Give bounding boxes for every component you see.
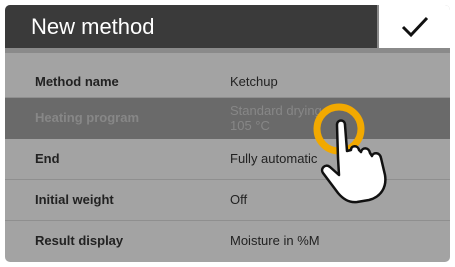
method-settings-list: Method name Ketchup Heating program Stan…: [5, 65, 450, 251]
row-value: Fully automatic: [230, 151, 318, 166]
title-bar: New method: [5, 5, 450, 53]
confirm-button[interactable]: [377, 5, 450, 48]
row-heating-program[interactable]: Heating program Standard drying 105 °C: [5, 98, 450, 139]
row-method-name[interactable]: Method name Ketchup: [5, 65, 450, 98]
row-label: Result display: [35, 233, 124, 248]
row-value: Ketchup: [230, 74, 278, 89]
row-label: End: [35, 151, 60, 166]
row-value: Moisture in %M: [230, 233, 320, 248]
row-initial-weight[interactable]: Initial weight Off: [5, 180, 450, 221]
row-value: Standard drying 105 °C: [230, 103, 322, 133]
row-label: Method name: [35, 74, 119, 89]
device-screen: New method Method name Ketchup Heating p…: [5, 5, 450, 262]
row-value: Off: [230, 192, 248, 207]
page-title: New method: [5, 5, 377, 48]
checkmark-icon: [401, 16, 428, 37]
row-label: Heating program: [35, 110, 140, 125]
row-label: Initial weight: [35, 192, 114, 207]
row-result-display[interactable]: Result display Moisture in %M: [5, 221, 450, 251]
row-end[interactable]: End Fully automatic: [5, 139, 450, 180]
title-divider: [5, 48, 450, 53]
